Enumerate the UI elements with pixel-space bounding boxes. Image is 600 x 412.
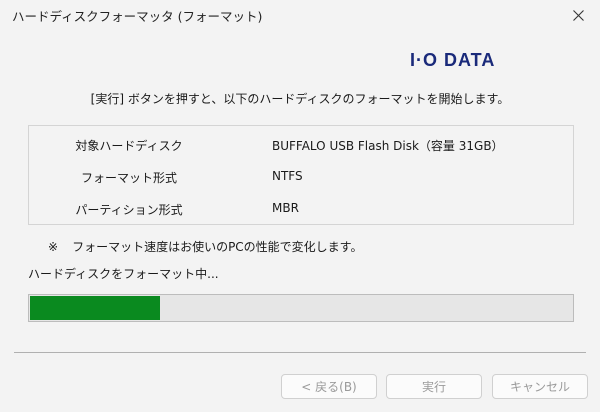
info-label: フォーマット形式	[80, 171, 177, 185]
info-row-format-type: フォーマット形式 NTFS	[29, 169, 573, 189]
format-info-panel: 対象ハードディスク BUFFALO USB Flash Disk（容量 31GB…	[28, 125, 574, 225]
info-value: BUFFALO USB Flash Disk（容量 31GB）	[272, 139, 504, 153]
logo-text: I·O DATA	[410, 50, 495, 70]
title-bar: ハードディスクフォーマッタ (フォーマット)	[0, 0, 600, 30]
cancel-button[interactable]: キャンセル	[492, 374, 588, 399]
progress-status-text: ハードディスクをフォーマット中...	[28, 267, 219, 281]
formatter-window: ハードディスクフォーマッタ (フォーマット) I·O DATA [実行] ボタン…	[0, 0, 600, 412]
info-label: パーティション形式	[75, 203, 183, 217]
back-button[interactable]: < 戻る(B)	[281, 374, 377, 399]
instruction-text: [実行] ボタンを押すと、以下のハードディスクのフォーマットを開始します。	[90, 92, 510, 106]
run-button[interactable]: 実行	[386, 374, 482, 399]
iodata-logo: I·O DATA	[410, 50, 530, 70]
info-row-target-disk: 対象ハードディスク BUFFALO USB Flash Disk（容量 31GB…	[29, 137, 573, 157]
close-button[interactable]	[556, 0, 600, 30]
window-title: ハードディスクフォーマッタ (フォーマット)	[12, 9, 263, 24]
separator	[14, 352, 586, 353]
info-value: MBR	[272, 201, 299, 215]
note-mark: ※	[48, 240, 59, 254]
info-value: NTFS	[272, 169, 303, 183]
close-icon	[572, 9, 584, 21]
progress-fill	[30, 296, 160, 320]
speed-note: ※ フォーマット速度はお使いのPCの性能で変化します。	[48, 238, 362, 255]
format-progress-bar	[28, 294, 574, 322]
info-label: 対象ハードディスク	[75, 139, 183, 153]
info-row-partition-type: パーティション形式 MBR	[29, 201, 573, 221]
note-text: フォーマット速度はお使いのPCの性能で変化します。	[72, 240, 363, 254]
